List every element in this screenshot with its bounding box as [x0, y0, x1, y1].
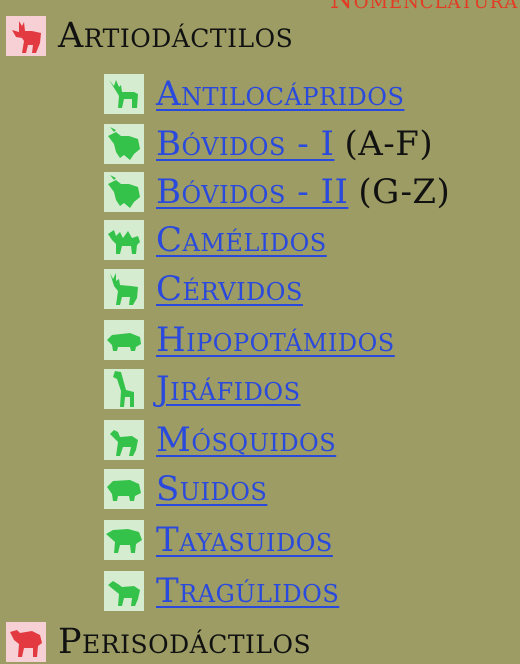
- horse-icon: [6, 622, 46, 662]
- list-item-jirafidos[interactable]: Jiráfidos: [104, 367, 301, 411]
- clipped-header-text: Nomenclatura: [330, 0, 519, 15]
- link-camelidos[interactable]: Camélidos: [156, 223, 327, 257]
- chevrotain-icon: [104, 571, 144, 611]
- giraffe-icon: [104, 369, 144, 409]
- link-antilocapridos[interactable]: Antilocápridos: [156, 77, 404, 111]
- musk-deer-icon: [104, 420, 144, 460]
- link-cervidos[interactable]: Cérvidos: [156, 272, 303, 306]
- link-jirafidos[interactable]: Jiráfidos: [156, 372, 301, 406]
- pronghorn-icon: [104, 74, 144, 114]
- deer-icon: [6, 16, 46, 56]
- deer-icon: [104, 269, 144, 309]
- link-bovidos-ii[interactable]: Bóvidos - II: [156, 175, 348, 209]
- group-label: Artiodáctilos: [58, 15, 294, 56]
- list-item-bovidos-ii[interactable]: Bóvidos - II (G-Z): [104, 170, 450, 214]
- list-item-cervidos[interactable]: Cérvidos: [104, 267, 303, 311]
- list-item-tayasuidos[interactable]: Tayasuidos: [104, 518, 333, 562]
- list-item-bovidos-i[interactable]: Bóvidos - I (A-F): [104, 122, 433, 166]
- range-note: (A-F): [344, 124, 434, 164]
- list-item-antilocapridos[interactable]: Antilocápridos: [104, 72, 404, 116]
- link-mosquidos[interactable]: Mósquidos: [156, 423, 336, 457]
- group-label: Perisodáctilos: [58, 621, 312, 662]
- list-item-tragulidos[interactable]: Tragúlidos: [104, 569, 339, 613]
- camel-icon: [104, 220, 144, 260]
- pig-icon: [104, 469, 144, 509]
- bovid-icon: [104, 124, 144, 164]
- link-bovidos-i[interactable]: Bóvidos - I: [156, 127, 334, 161]
- bovid-icon: [104, 172, 144, 212]
- group-artiodactilos: Artiodáctilos: [6, 14, 293, 58]
- peccary-icon: [104, 520, 144, 560]
- list-item-mosquidos[interactable]: Mósquidos: [104, 418, 336, 462]
- group-perisodactilos: Perisodáctilos: [6, 620, 311, 664]
- link-suidos[interactable]: Suidos: [156, 472, 267, 506]
- link-hipopotamidos[interactable]: Hipopotámidos: [156, 323, 395, 357]
- list-item-camelidos[interactable]: Camélidos: [104, 218, 327, 262]
- hippo-icon: [104, 320, 144, 360]
- link-tayasuidos[interactable]: Tayasuidos: [156, 523, 333, 557]
- range-note: (G-Z): [358, 172, 451, 212]
- list-item-suidos[interactable]: Suidos: [104, 467, 267, 511]
- link-tragulidos[interactable]: Tragúlidos: [156, 574, 339, 608]
- list-item-hipopotamidos[interactable]: Hipopotámidos: [104, 318, 395, 362]
